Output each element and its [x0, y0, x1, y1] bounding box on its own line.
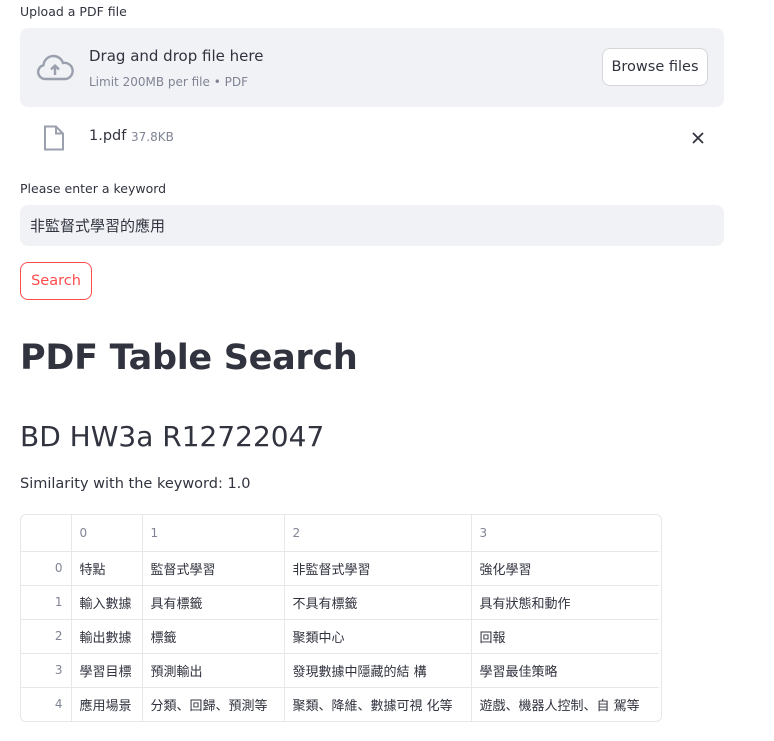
table-cell[interactable]: 監督式學習	[142, 551, 285, 586]
table-cell[interactable]: 不具有標籤	[284, 585, 472, 620]
table-cell[interactable]: 發現數據中隱藏的結 構	[284, 653, 472, 688]
table-cell[interactable]: 學習目標	[71, 653, 143, 688]
uploader-label: Upload a PDF file	[20, 4, 127, 19]
dropzone-title: Drag and drop file here	[89, 47, 264, 65]
browse-files-button[interactable]: Browse files	[602, 48, 708, 86]
table-header-row: 0 1 2 3	[21, 515, 659, 552]
row-index: 4	[21, 687, 72, 721]
table-cell[interactable]: 遊戲、機器人控制、自 駕等	[471, 687, 659, 721]
table-cell[interactable]: 標籤	[142, 619, 285, 654]
keyword-input[interactable]	[20, 205, 724, 246]
dropzone-limit: Limit 200MB per file • PDF	[89, 75, 248, 89]
table-cell[interactable]: 應用場景	[71, 687, 143, 721]
index-header	[21, 515, 72, 552]
column-header[interactable]: 0	[71, 515, 143, 552]
table-cell[interactable]: 強化學習	[471, 551, 659, 586]
row-index: 0	[21, 551, 72, 586]
table-cell[interactable]: 回報	[471, 619, 659, 654]
row-index: 3	[21, 653, 72, 688]
cloud-upload-icon	[36, 54, 74, 81]
uploaded-file-name: 1.pdf	[89, 128, 127, 144]
page-title: PDF Table Search	[20, 338, 358, 378]
row-index: 1	[21, 585, 72, 620]
table-row: 2 輸出數據 標籤 聚類中心 回報	[21, 619, 659, 654]
table-row: 4 應用場景 分類、回歸、預測等 聚類、降維、數據可視 化等 遊戲、機器人控制、…	[21, 687, 659, 721]
table-row: 1 輸入數據 具有標籤 不具有標籤 具有狀態和動作	[21, 585, 659, 620]
table-cell[interactable]: 預測輸出	[142, 653, 285, 688]
document-title: BD HW3a R12722047	[20, 420, 325, 453]
table-cell[interactable]: 分類、回歸、預測等	[142, 687, 285, 721]
table-row: 0 特點 監督式學習 非監督式學習 強化學習	[21, 551, 659, 586]
table-cell[interactable]: 輸入數據	[71, 585, 143, 620]
uploaded-file-size: 37.8KB	[131, 130, 174, 144]
table-cell[interactable]: 學習最佳策略	[471, 653, 659, 688]
table-cell[interactable]: 具有標籤	[142, 585, 285, 620]
table-cell[interactable]: 特點	[71, 551, 143, 586]
column-header[interactable]: 2	[284, 515, 472, 552]
table-row: 3 學習目標 預測輸出 發現數據中隱藏的結 構 學習最佳策略	[21, 653, 659, 688]
row-index: 2	[21, 619, 72, 654]
table-cell[interactable]: 具有狀態和動作	[471, 585, 659, 620]
table-cell[interactable]: 輸出數據	[71, 619, 143, 654]
similarity-text: Similarity with the keyword: 1.0	[20, 476, 251, 492]
remove-file-icon[interactable]	[688, 128, 708, 148]
column-header[interactable]: 1	[142, 515, 285, 552]
result-table[interactable]: 0 1 2 3 0 特點 監督式學習 非監督式學習 強化學習 1 輸入數據 具有…	[20, 514, 662, 722]
table-cell[interactable]: 聚類中心	[284, 619, 472, 654]
table-cell[interactable]: 非監督式學習	[284, 551, 472, 586]
search-button[interactable]: Search	[20, 262, 92, 300]
keyword-label: Please enter a keyword	[20, 181, 167, 196]
file-icon	[44, 125, 64, 151]
table-cell[interactable]: 聚類、降維、數據可視 化等	[284, 687, 472, 721]
column-header[interactable]: 3	[471, 515, 659, 552]
